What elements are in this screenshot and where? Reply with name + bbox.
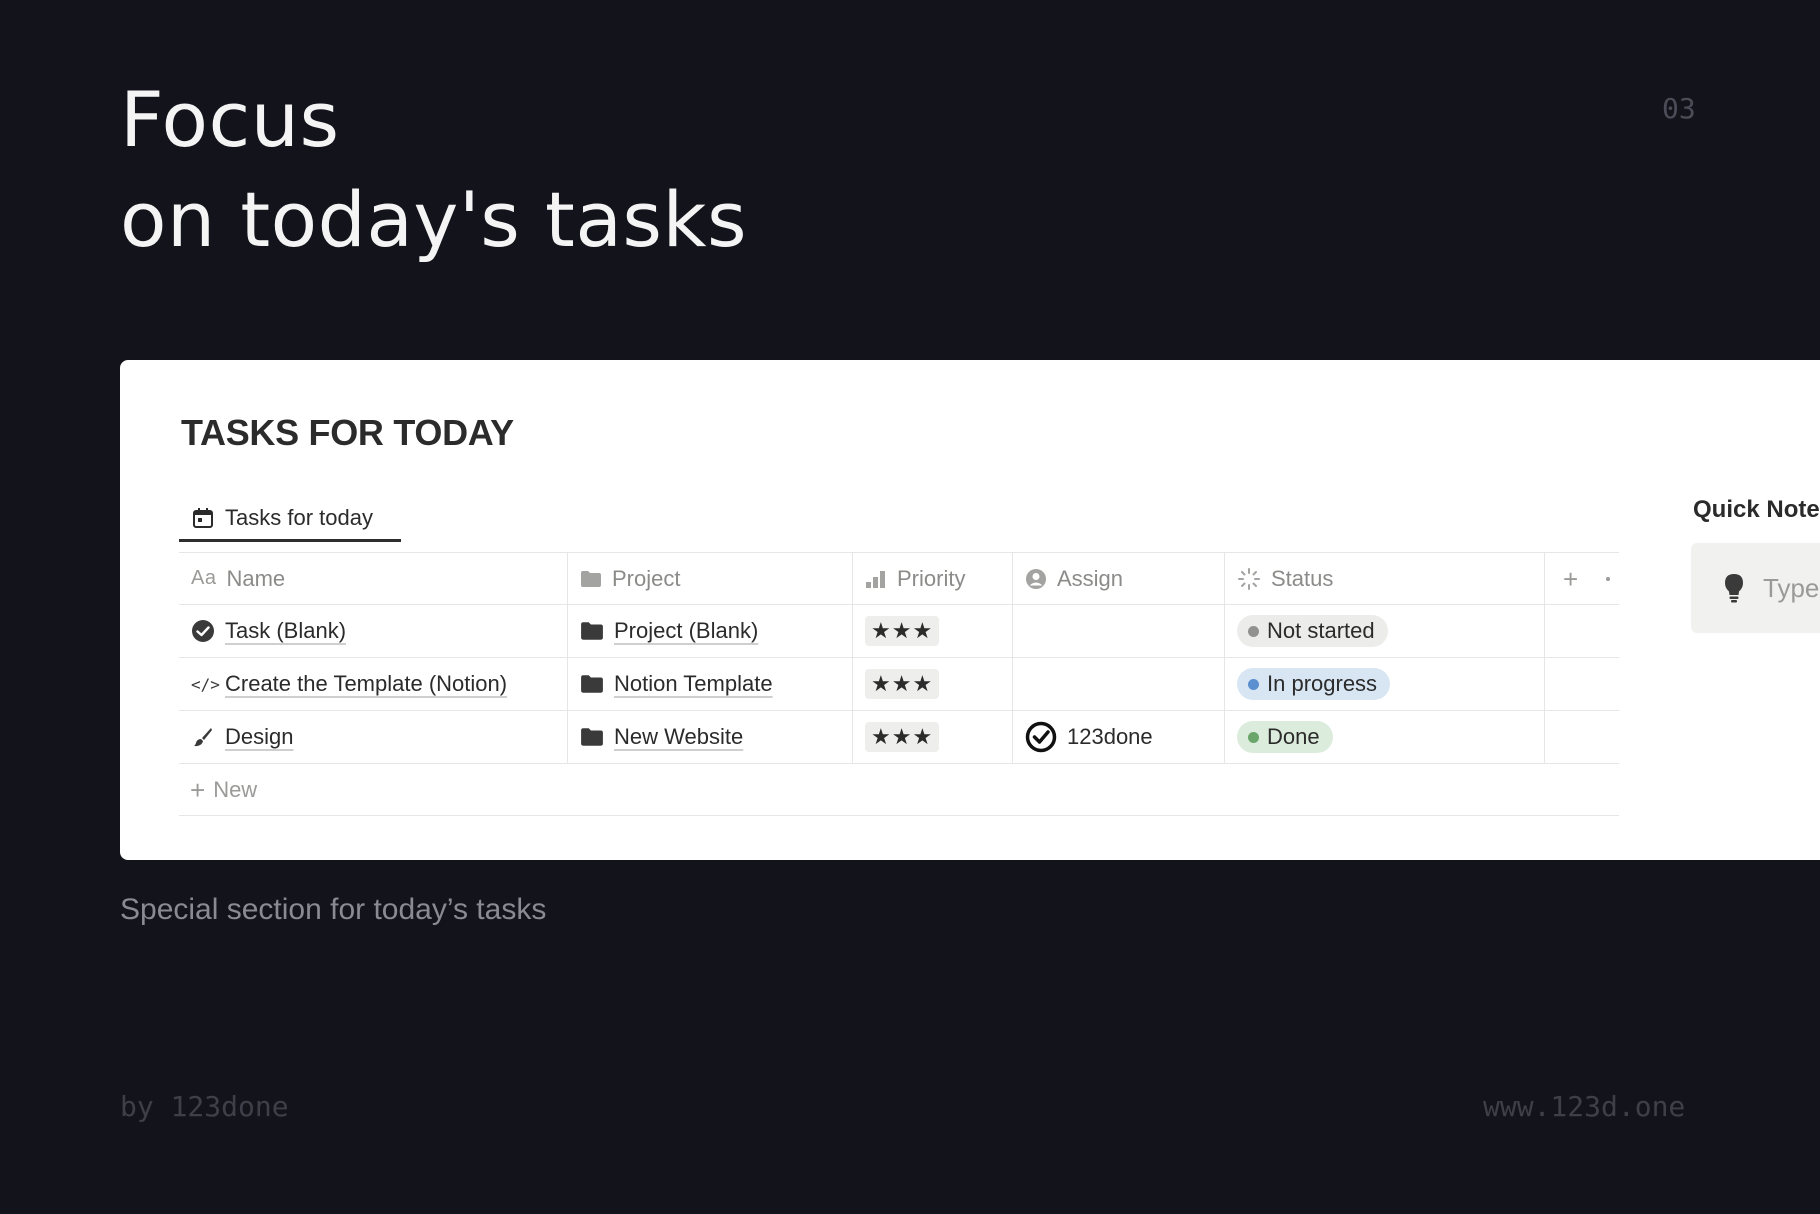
priority-stars: ★★★ xyxy=(865,616,940,646)
column-header-assign[interactable]: Assign xyxy=(1013,553,1225,604)
cell-assign[interactable] xyxy=(1013,658,1225,710)
add-column-icon[interactable]: + xyxy=(1563,566,1578,592)
table-row[interactable]: </> Create the Template (Notion) Notion … xyxy=(179,658,1619,711)
status-label: In progress xyxy=(1267,671,1378,696)
folder-icon xyxy=(581,675,603,693)
hero-title-line-2: on today's tasks xyxy=(120,175,748,264)
assignee-avatar-icon xyxy=(1025,721,1057,753)
column-label: Priority xyxy=(897,565,966,591)
lightbulb-icon xyxy=(1725,574,1743,603)
hero-title: Focus on today's tasks xyxy=(120,70,747,270)
status-badge: In progress xyxy=(1237,668,1391,700)
caption: Special section for today’s tasks xyxy=(120,893,547,926)
column-label: Assign xyxy=(1057,565,1124,591)
status-badge: Not started xyxy=(1237,615,1388,647)
cell-project[interactable]: Notion Template xyxy=(568,658,853,710)
status-label: Done xyxy=(1267,724,1320,749)
column-header-priority[interactable]: Priority xyxy=(853,553,1013,604)
column-header-status[interactable]: Status xyxy=(1225,553,1545,604)
column-header-name[interactable]: Aa Name xyxy=(179,553,568,604)
project-link[interactable]: New Website xyxy=(614,724,743,750)
cell-project[interactable]: Project (Blank) xyxy=(568,605,853,657)
brush-icon xyxy=(194,728,212,747)
folder-icon xyxy=(581,622,603,640)
spinner-icon xyxy=(1238,567,1260,590)
table-row[interactable]: Design New Website ★★★ 123done Done xyxy=(179,711,1619,764)
add-new-row-button[interactable]: + New xyxy=(179,764,1619,816)
status-label: Not started xyxy=(1267,618,1375,643)
footer-brand: by 123done xyxy=(120,1090,289,1123)
cell-name[interactable]: Task (Blank) xyxy=(179,605,568,657)
cell-status[interactable]: Not started xyxy=(1225,605,1545,657)
more-options-icon[interactable] xyxy=(1606,576,1611,581)
column-header-project[interactable]: Project xyxy=(568,553,853,604)
cell-empty xyxy=(1545,658,1619,710)
task-name[interactable]: Create the Template (Notion) xyxy=(225,671,507,697)
status-badge: Done xyxy=(1237,721,1333,753)
priority-stars: ★★★ xyxy=(865,722,940,752)
add-column-area: + xyxy=(1545,553,1619,604)
column-label: Status xyxy=(1271,565,1334,591)
page-title: TASKS FOR TODAY xyxy=(181,412,514,453)
quick-note-input[interactable]: Type xyxy=(1691,543,1820,633)
quick-note-title: Quick Note xyxy=(1693,496,1820,523)
cell-status[interactable]: Done xyxy=(1225,711,1545,763)
hero-title-line-1: Focus xyxy=(120,75,340,164)
cell-name[interactable]: </> Create the Template (Notion) xyxy=(179,658,568,710)
tasks-table: Aa Name Project Priority Assign Status +… xyxy=(179,552,1619,816)
cell-empty xyxy=(1545,605,1619,657)
project-link[interactable]: Project (Blank) xyxy=(614,618,758,644)
folder-icon xyxy=(581,570,601,587)
table-header: Aa Name Project Priority Assign Status + xyxy=(179,553,1619,605)
slide: Focus on today's tasks 03 TASKS FOR TODA… xyxy=(0,0,1820,1214)
footer-url[interactable]: www.123d.one xyxy=(1483,1090,1685,1123)
task-name[interactable]: Design xyxy=(225,724,293,750)
cell-priority[interactable]: ★★★ xyxy=(853,605,1013,657)
cell-assign[interactable]: 123done xyxy=(1013,711,1225,763)
tab-label: Tasks for today xyxy=(225,504,373,530)
status-dot xyxy=(1248,678,1259,690)
new-row-label: New xyxy=(213,776,258,802)
column-label: Name xyxy=(226,565,286,591)
status-dot xyxy=(1248,625,1259,637)
text-type-icon: Aa xyxy=(191,567,217,589)
notion-card: TASKS FOR TODAY Tasks for today Aa Name xyxy=(120,360,1820,860)
tab-tasks-for-today[interactable]: Tasks for today xyxy=(179,496,401,542)
check-circle-icon xyxy=(192,620,214,642)
code-icon: </> xyxy=(191,674,220,694)
cell-priority[interactable]: ★★★ xyxy=(853,658,1013,710)
bars-icon xyxy=(866,570,885,588)
cell-name[interactable]: Design xyxy=(179,711,568,763)
priority-stars: ★★★ xyxy=(865,669,940,699)
slide-number: 03 xyxy=(1662,92,1696,125)
cell-project[interactable]: New Website xyxy=(568,711,853,763)
project-link[interactable]: Notion Template xyxy=(614,671,773,697)
plus-icon: + xyxy=(190,774,206,805)
calendar-icon xyxy=(193,507,213,528)
cell-assign[interactable] xyxy=(1013,605,1225,657)
cell-empty xyxy=(1545,711,1619,763)
folder-icon xyxy=(581,728,603,746)
person-icon xyxy=(1026,568,1046,589)
cell-status[interactable]: In progress xyxy=(1225,658,1545,710)
table-row[interactable]: Task (Blank) Project (Blank) ★★★ Not sta… xyxy=(179,605,1619,658)
task-name[interactable]: Task (Blank) xyxy=(225,618,346,644)
assignee-name: 123done xyxy=(1067,724,1153,749)
cell-priority[interactable]: ★★★ xyxy=(853,711,1013,763)
quick-note-placeholder: Type xyxy=(1763,572,1820,603)
column-label: Project xyxy=(612,565,681,591)
status-dot xyxy=(1248,731,1259,743)
